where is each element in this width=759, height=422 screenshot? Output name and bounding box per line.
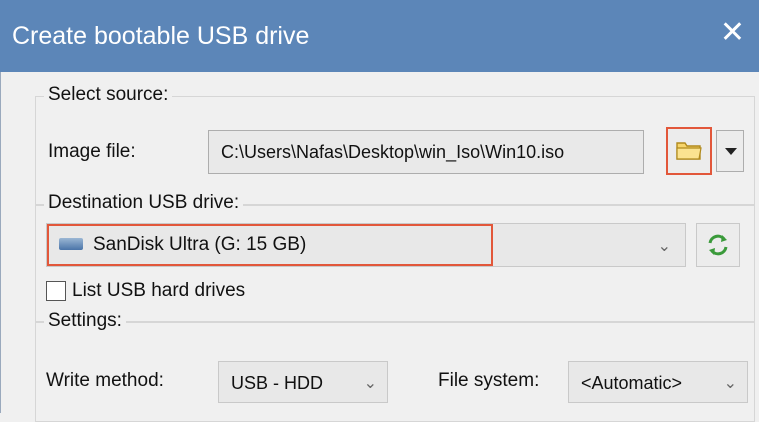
browse-button[interactable] [666,127,712,175]
chevron-down-icon: ⌄ [723,375,737,392]
image-file-label: Image file: [48,141,136,162]
usb-drive-select[interactable]: SanDisk Ultra (G: 15 GB) ⌄ [46,223,686,267]
close-button[interactable]: ✕ [720,18,745,48]
file-system-value: <Automatic> [581,373,683,393]
chevron-down-icon: ⌄ [363,375,377,392]
settings-group: Settings: Write method: USB - HDD ⌄ File… [35,310,755,422]
write-method-label: Write method: [46,370,164,391]
refresh-button[interactable] [696,223,740,267]
window-title: Create bootable USB drive [12,22,310,50]
image-file-input[interactable]: C:\Users\Nafas\Desktop\win_Iso\Win10.iso [208,130,644,174]
source-group: Select source: Image file: C:\Users\Nafa… [35,84,755,206]
selected-drive: SanDisk Ultra (G: 15 GB) [93,234,307,255]
file-system-select[interactable]: <Automatic> ⌄ [568,361,748,403]
settings-group-label: Settings: [44,310,126,332]
write-method-value: USB - HDD [231,373,324,393]
file-system-label: File system: [438,370,540,391]
destination-group: Destination USB drive: SanDisk Ultra (G:… [35,192,755,322]
source-dropdown-button[interactable] [716,130,744,172]
triangle-down-icon [725,148,737,155]
title-bar: Create bootable USB drive ✕ [0,0,759,72]
dialog-body: Select source: Image file: C:\Users\Nafa… [0,72,759,422]
chevron-down-icon: ⌄ [657,238,671,255]
list-usb-hdd-checkbox[interactable] [46,281,66,301]
list-usb-hdd-label: List USB hard drives [72,280,246,301]
source-group-label: Select source: [44,84,173,106]
usb-drive-icon [59,238,83,250]
write-method-select[interactable]: USB - HDD ⌄ [218,361,388,403]
destination-group-label: Destination USB drive: [44,192,244,214]
